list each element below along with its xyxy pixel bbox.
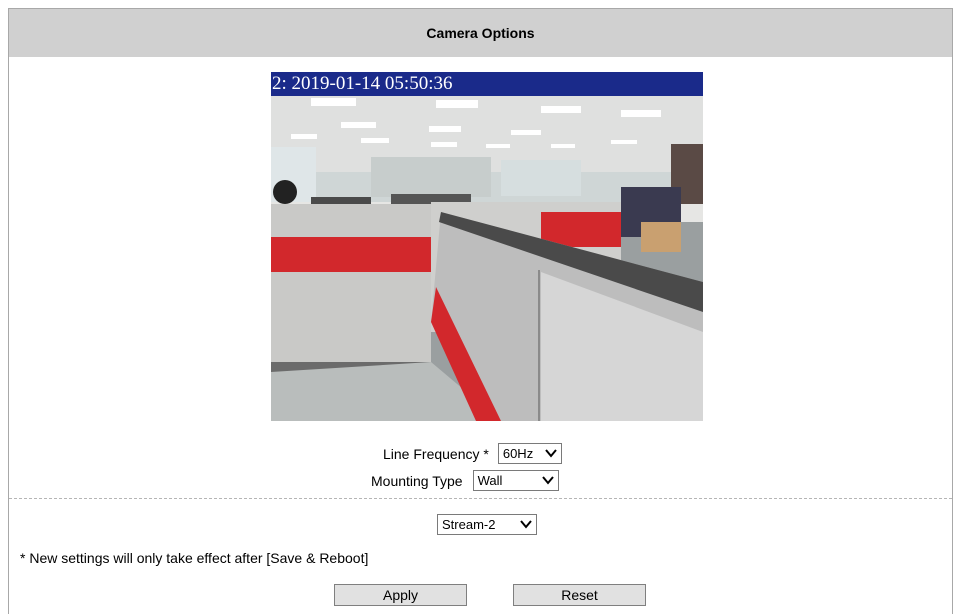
stream-value: Stream-2 — [442, 517, 496, 532]
line-frequency-select[interactable]: 60Hz — [497, 443, 562, 464]
camera-preview: 2: 2019-01-14 05:50:36 — [271, 72, 703, 421]
stream-select[interactable]: Stream-2 — [437, 514, 537, 535]
section-divider — [9, 498, 952, 499]
mounting-type-select[interactable]: Wall — [472, 470, 559, 491]
page-title: Camera Options — [426, 25, 535, 41]
line-frequency-value: 60Hz — [502, 446, 534, 461]
chevron-down-icon — [520, 520, 532, 529]
chevron-down-icon — [545, 449, 557, 458]
camera-timestamp-overlay: 2: 2019-01-14 05:50:36 — [271, 72, 703, 96]
mounting-type-value: Wall — [477, 473, 503, 488]
mounting-type-row: Mounting Type Wall — [371, 470, 559, 491]
chevron-down-icon — [541, 476, 554, 485]
line-frequency-label: Line Frequency * — [383, 445, 489, 462]
apply-button[interactable]: Apply — [334, 584, 467, 606]
line-frequency-row: Line Frequency * 60Hz — [383, 443, 562, 464]
mounting-type-label: Mounting Type — [371, 472, 463, 489]
reset-button[interactable]: Reset — [513, 584, 646, 606]
section-header: Camera Options — [9, 9, 952, 57]
stream-row: Stream-2 — [437, 514, 537, 535]
reboot-note: * New settings will only take effect aft… — [20, 550, 369, 566]
camera-image — [271, 72, 703, 421]
